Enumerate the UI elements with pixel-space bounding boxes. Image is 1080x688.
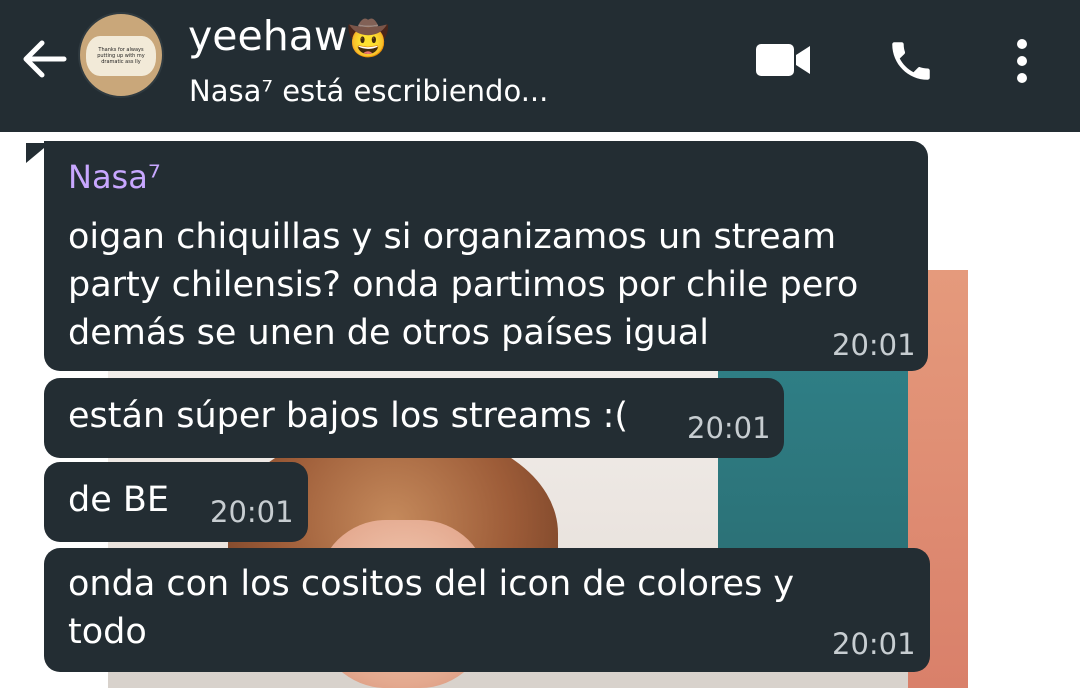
phone-call-icon[interactable]	[886, 36, 936, 86]
message-timestamp: 20:01	[832, 328, 916, 362]
message-text-line: oigan chiquillas y si organizamos un str…	[68, 217, 837, 257]
message-bubble[interactable]: Nasa⁷ oigan chiquillas y si organizamos …	[44, 141, 928, 371]
message-timestamp: 20:01	[832, 627, 916, 661]
sender-name[interactable]: Nasa⁷	[68, 157, 161, 197]
message-bubble[interactable]: de BE 20:01	[44, 462, 308, 542]
avatar[interactable]: Thanks for always putting up with my dra…	[78, 12, 164, 98]
typing-status: Nasa⁷ está escribiendo...	[189, 74, 549, 108]
message-bubble[interactable]: onda con los cositos del icon de colores…	[44, 548, 930, 672]
message-timestamp: 20:01	[687, 411, 771, 445]
arrow-back-icon[interactable]	[20, 38, 68, 80]
message-text-line: están súper bajos los streams :(	[68, 396, 629, 436]
message-text-line: party chilensis? onda partimos por chile…	[68, 265, 859, 305]
chat-header: Thanks for always putting up with my dra…	[0, 0, 1080, 132]
chat-title-text: yeehaw	[188, 12, 348, 60]
message-timestamp: 20:01	[210, 495, 294, 529]
avatar-caption: Thanks for always putting up with my dra…	[86, 36, 156, 76]
message-bubble[interactable]: están súper bajos los streams :( 20:01	[44, 378, 784, 458]
message-text-line: todo	[68, 612, 147, 652]
message-text-line: onda con los cositos del icon de colores…	[68, 564, 795, 604]
cowboy-emoji: 🤠	[347, 19, 390, 59]
video-call-icon[interactable]	[756, 42, 812, 78]
message-text-line: de BE	[68, 480, 170, 520]
more-vert-icon[interactable]	[1010, 36, 1034, 86]
message-text-line: demás se unen de otros países igual	[68, 313, 709, 353]
chat-title[interactable]: yeehaw🤠	[188, 10, 390, 65]
